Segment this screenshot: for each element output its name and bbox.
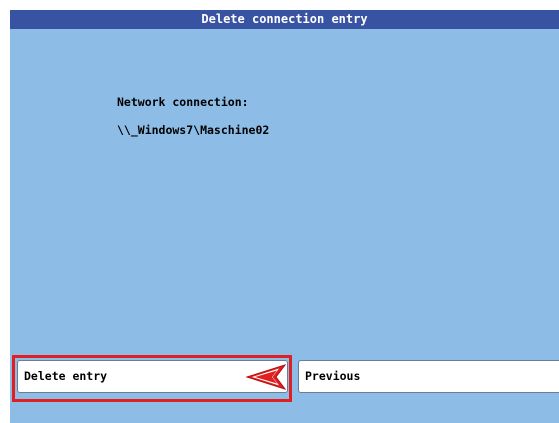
previous-label: Previous bbox=[305, 369, 361, 383]
network-connection-label: Network connection: bbox=[117, 95, 249, 109]
network-connection-path: \\_Windows7\Maschine02 bbox=[117, 123, 270, 137]
dialog-screen: Delete connection entry Network connecti… bbox=[10, 10, 559, 423]
red-arrow-pointer-icon bbox=[246, 364, 286, 390]
previous-button[interactable]: Previous bbox=[298, 360, 559, 393]
window-title: Delete connection entry bbox=[10, 10, 559, 29]
